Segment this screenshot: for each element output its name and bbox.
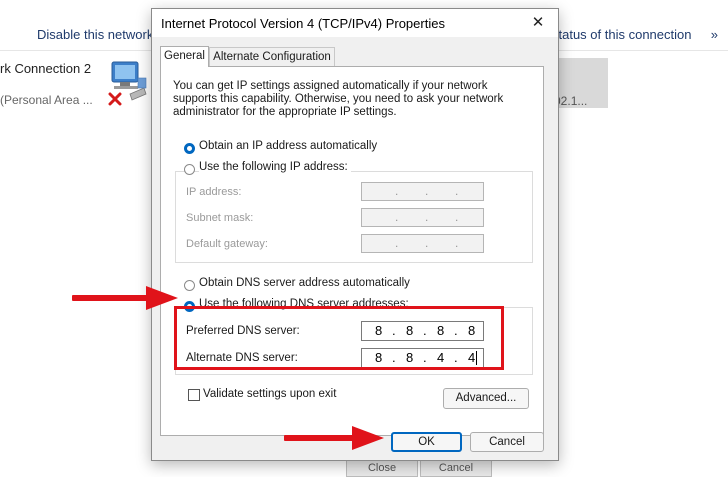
ok-button[interactable]: OK <box>391 432 462 452</box>
description-text: You can get IP settings assigned automat… <box>173 80 504 118</box>
advanced-button[interactable]: Advanced... <box>443 388 529 409</box>
validate-settings-checkbox[interactable] <box>188 389 200 401</box>
disconnected-x-icon <box>108 92 122 106</box>
tab-general[interactable]: General <box>160 46 209 67</box>
ok-button-arrow-icon <box>280 424 386 452</box>
dialog-titlebar[interactable]: Internet Protocol Version 4 (TCP/IPv4) P… <box>152 9 558 37</box>
validate-settings-label[interactable]: Validate settings upon exit <box>203 388 336 400</box>
default-gateway-field: ... <box>361 234 484 253</box>
ipv4-properties-dialog: Internet Protocol Version 4 (TCP/IPv4) P… <box>151 8 559 461</box>
default-gateway-label: Default gateway: <box>186 238 268 250</box>
obtain-dns-auto-label[interactable]: Obtain DNS server address automatically <box>199 277 410 289</box>
obtain-ip-auto-radio[interactable] <box>184 143 195 154</box>
close-icon[interactable]: ✕ <box>526 12 550 34</box>
general-panel: You can get IP settings assigned automat… <box>160 66 544 436</box>
dialog-title: Internet Protocol Version 4 (TCP/IPv4) P… <box>161 16 445 31</box>
subnet-mask-label: Subnet mask: <box>186 212 254 224</box>
view-status-button[interactable]: w status of this connection <box>539 27 691 42</box>
ip-address-field: ... <box>361 182 484 201</box>
tab-alternate-configuration[interactable]: Alternate Configuration <box>209 47 335 67</box>
use-ip-manual-label[interactable]: Use the following IP address: <box>199 161 351 173</box>
obtain-ip-auto-label[interactable]: Obtain an IP address automatically <box>199 140 377 152</box>
disable-network-button[interactable]: Disable this network <box>37 27 153 42</box>
dns-option-arrow-icon <box>68 284 180 312</box>
more-chevron-icon[interactable]: » <box>711 27 718 42</box>
dns-fields-highlight-box <box>174 306 504 370</box>
use-ip-manual-radio[interactable] <box>184 164 195 175</box>
subnet-mask-field: ... <box>361 208 484 227</box>
connection-name: rk Connection 2 <box>0 61 92 76</box>
connection-type: (Personal Area ... <box>0 93 93 107</box>
obtain-dns-auto-radio[interactable] <box>184 280 195 291</box>
cancel-button[interactable]: Cancel <box>470 432 544 452</box>
ip-address-label: IP address: <box>186 186 242 198</box>
